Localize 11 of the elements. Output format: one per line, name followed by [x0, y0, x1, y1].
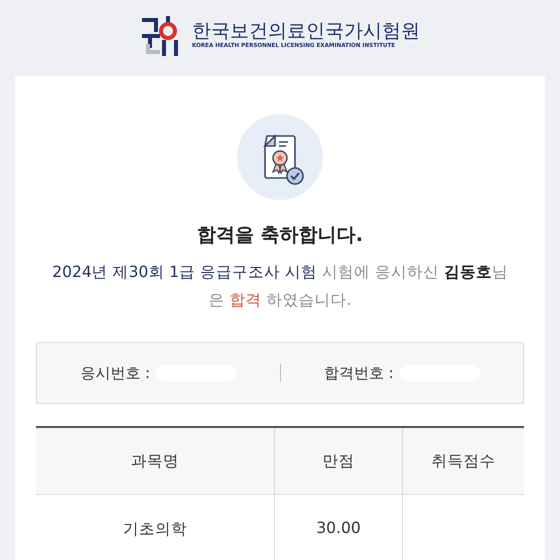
- column-header: 취득점수: [432, 452, 496, 470]
- number-label: 합격번호 :: [324, 364, 394, 382]
- result-message: 2024년 제30회 1급 응급구조사 시험 시험에 응시하신 김동호님은 합격 하였습니다.: [51, 262, 509, 311]
- column-header: 만점: [322, 452, 354, 470]
- congratulations-title: 합격을 축하합니다.: [196, 223, 364, 248]
- table-cell: 30.00: [316, 519, 361, 537]
- number-label: 응시번호 :: [80, 364, 150, 382]
- org-name: 한국보건의료인국가시험원: [192, 22, 420, 42]
- certificate-icon: [237, 114, 323, 200]
- column-header: 과목명: [131, 452, 179, 470]
- table-cell: 기초의학: [123, 520, 187, 538]
